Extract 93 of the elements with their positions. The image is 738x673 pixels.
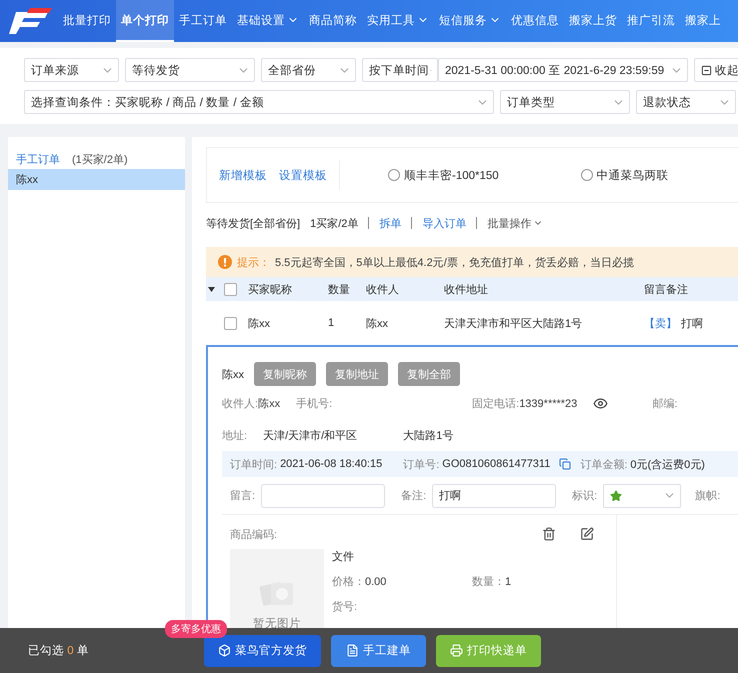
- copy-icon[interactable]: [559, 458, 572, 470]
- star-icon: [610, 490, 622, 502]
- template-radio[interactable]: 中通菜鸟两联: [580, 168, 669, 182]
- order-time: 2021-06-08 18:40:15: [280, 458, 382, 470]
- nav-tab[interactable]: 基础设置: [232, 0, 304, 42]
- select-field[interactable]: 选择查询条件：买家昵称 / 商品 / 数量 / 金额: [24, 90, 494, 114]
- product-code-label: 商品编码:: [230, 528, 278, 542]
- address-label: 地址:: [222, 428, 248, 442]
- nav-tab[interactable]: 短信服务: [434, 0, 506, 42]
- select-field[interactable]: 退款状态: [636, 90, 736, 114]
- notice-label: 提示：: [237, 256, 270, 270]
- action-link[interactable]: 导入订单: [422, 216, 466, 230]
- nav-tab[interactable]: 单个打印: [116, 0, 174, 42]
- checkbox[interactable]: [224, 282, 237, 296]
- group-count: (1买家/2单): [72, 152, 128, 166]
- price-field: 价格：0.00: [332, 574, 472, 589]
- date-range-field[interactable]: 2021-5-31 00:00:00 至 2021-6-29 23:59:59: [438, 58, 688, 82]
- template-radio[interactable]: 顺丰丰密-100*150: [388, 168, 499, 182]
- address-street: 大陆路1号: [403, 428, 454, 442]
- collapse-button[interactable]: 收起: [694, 58, 738, 82]
- mark-select[interactable]: [603, 484, 682, 508]
- table-cell-text: 打啊: [681, 316, 703, 330]
- flag-label: 旗帜:: [695, 489, 720, 503]
- warning-icon: [218, 255, 232, 269]
- notice-text: 5.5元起寄全国，5单以上最低4.2元/票，免充值打单，货丢必赔，当日必揽: [275, 256, 634, 270]
- column-header: 留言备注: [644, 282, 689, 296]
- order-no: GO081060861477311: [442, 458, 550, 470]
- order-amount-label: 订单金额:: [580, 458, 628, 472]
- status-text: 等待发货[全部省份]: [206, 216, 300, 230]
- template-link[interactable]: 新增模板: [219, 168, 267, 182]
- select-field[interactable]: 按下单时间: [362, 58, 438, 82]
- promo-badge: 多寄多优惠: [165, 620, 227, 638]
- count-text: 1买家/2单: [310, 216, 358, 230]
- info-field: 固定电话:1339*****23: [472, 396, 578, 410]
- mark-label: 标识:: [572, 489, 598, 503]
- message-field[interactable]: [261, 484, 386, 508]
- qty-field: 数量：1: [472, 574, 572, 589]
- action-button[interactable]: 手工建单: [331, 634, 426, 666]
- column-header: 收件地址: [444, 282, 489, 296]
- nav-tab[interactable]: 搬家上货: [564, 0, 622, 42]
- select-field[interactable]: 全部省份: [261, 58, 356, 82]
- table-cell-text: 1: [328, 317, 336, 329]
- product-name: 文件: [332, 550, 355, 564]
- box-icon: [218, 644, 231, 657]
- copy-button[interactable]: 复制昵称: [254, 362, 316, 386]
- action-link[interactable]: 拆单: [379, 216, 402, 230]
- copy-button[interactable]: 复制全部: [398, 362, 460, 386]
- copy-button[interactable]: 复制地址: [326, 362, 388, 386]
- column-header: 数量: [328, 282, 351, 296]
- nav-tab[interactable]: 批量打印: [58, 0, 116, 42]
- selected-count-text: 已勾选 0 单: [28, 644, 90, 658]
- sku-label: 货号:: [332, 600, 358, 614]
- batch-menu[interactable]: 批量操作: [487, 216, 544, 230]
- column-header: 收件人: [366, 282, 400, 296]
- document-icon: [346, 644, 359, 657]
- select-field[interactable]: 订单类型: [500, 90, 630, 114]
- table-cell-text: 陈xx: [248, 316, 271, 330]
- info-field: 手机号:: [296, 396, 332, 410]
- trash-icon[interactable]: [542, 527, 556, 541]
- minus-box-icon: [701, 64, 712, 76]
- edit-icon[interactable]: [580, 527, 594, 541]
- select-field[interactable]: 订单来源: [24, 58, 119, 82]
- message-label: 留言:: [230, 488, 256, 503]
- nav-tab[interactable]: 优惠信息: [506, 0, 564, 42]
- sidebar-item[interactable]: 陈xx: [8, 169, 185, 190]
- nav-tab[interactable]: 商品简称: [304, 0, 362, 42]
- select-field[interactable]: 等待发货: [125, 58, 255, 82]
- table-cell-text: 陈xx: [366, 316, 389, 330]
- buyer-name: 陈xx: [222, 368, 244, 382]
- address-region: 天津/天津市/和平区: [263, 428, 358, 442]
- nav-tab[interactable]: 推广引流: [622, 0, 680, 42]
- nav-tab[interactable]: 手工订单: [174, 0, 232, 42]
- info-field: 收件人:陈xx: [222, 396, 280, 410]
- remark-label: 备注:: [401, 488, 426, 503]
- checkbox[interactable]: [224, 316, 237, 330]
- group-link[interactable]: 手工订单: [16, 152, 60, 166]
- action-button[interactable]: 打印快递单: [436, 634, 541, 666]
- table-cell-text: 天津天津市和平区大陆路1号: [444, 316, 584, 330]
- action-button[interactable]: 菜鸟官方发货: [204, 634, 321, 666]
- caret-icon: [208, 286, 215, 292]
- eye-icon[interactable]: [593, 396, 608, 410]
- remark-field[interactable]: 打啊: [432, 484, 556, 508]
- nav-tab[interactable]: 搬家上: [680, 0, 726, 42]
- no-image-text: 暂无图片: [253, 616, 301, 631]
- order-time-label: 订单时间:: [230, 458, 278, 472]
- column-header: 买家昵称: [248, 282, 293, 296]
- nav-tab[interactable]: 实用工具: [362, 0, 434, 42]
- order-no-label: 订单号:: [403, 458, 440, 472]
- order-amount: 0元(含运费0元): [630, 458, 705, 472]
- seller-tag: 【卖】: [644, 316, 677, 330]
- printer-icon: [450, 644, 463, 657]
- template-link[interactable]: 设置模板: [279, 168, 327, 182]
- info-field: 邮编:: [652, 396, 678, 410]
